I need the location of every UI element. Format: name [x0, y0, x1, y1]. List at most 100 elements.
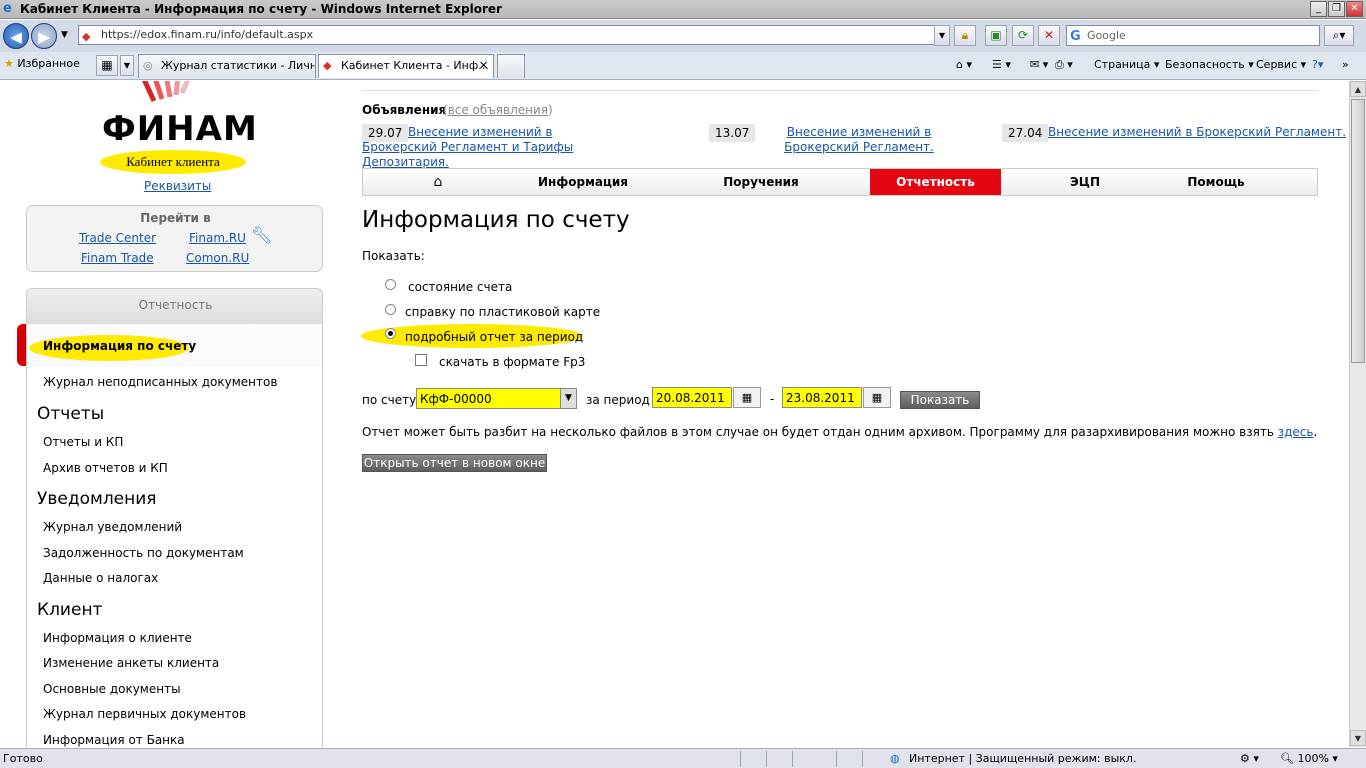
all-announcements-link[interactable]: все объявления — [448, 103, 548, 117]
sidebar-item-bank-info[interactable]: Информация от Банка — [43, 733, 185, 747]
group-title-client: Клиент — [37, 600, 103, 620]
search-go-icon[interactable]: ⌕▾ — [1324, 25, 1354, 46]
sidebar-item-change-form[interactable]: Изменение анкеты клиента — [43, 656, 219, 670]
compat-view-icon[interactable]: ▣ — [985, 25, 1007, 46]
google-icon: G — [1070, 29, 1081, 44]
window-title-bar: e Кабинет Клиента - Информация по счету … — [0, 0, 1366, 19]
finam-ru-link[interactable]: Finam.RU — [189, 231, 246, 245]
finam-trade-link[interactable]: Finam Trade — [81, 251, 154, 265]
date-from-input[interactable]: 20.08.2011 — [652, 387, 732, 408]
page-menu[interactable]: Страница ▾ — [1094, 58, 1159, 71]
calendar-icon[interactable]: ▦ — [733, 387, 761, 408]
print-icon[interactable]: ⎙ ▾ — [1055, 58, 1073, 72]
nav-ecp[interactable]: ЭЦП — [1025, 169, 1145, 195]
sidebar-item-client-info[interactable]: Информация о клиенте — [43, 631, 192, 645]
tab-stats[interactable]: ◎ Журнал статистики - Личн... — [138, 54, 316, 78]
zoom-control[interactable]: 🔍︎ 100% ▾ — [1280, 749, 1338, 768]
home-icon[interactable]: ⌂ ▾ — [956, 58, 972, 71]
search-input[interactable]: G Google — [1066, 25, 1320, 46]
announcement-link[interactable]: Внесение изменений в Брокерский Регламен… — [362, 125, 624, 170]
sidebar-item-account-info[interactable]: Информация по счету — [43, 339, 196, 353]
zone-text: Интернет | Защищенный режим: выкл. — [909, 752, 1137, 765]
window-title: Кабинет Клиента - Информация по счету - … — [20, 2, 502, 16]
tab-list-icon[interactable]: ▼ — [120, 55, 134, 76]
period-label: за период — [586, 393, 650, 407]
address-text: https://edox.finam.ru/info/default.aspx — [101, 28, 314, 41]
announcement-link[interactable]: Внесение изменений в Брокерский Регламен… — [753, 125, 965, 155]
announcements-all[interactable]: (все объявления) — [443, 103, 553, 117]
announcement-link[interactable]: Внесение изменений в Брокерский Регламен… — [1048, 125, 1346, 139]
chevron-down-icon[interactable]: ▼ — [560, 389, 576, 408]
sidebar-item-notifications-log[interactable]: Журнал уведомлений — [43, 520, 182, 534]
radio-account-state[interactable] — [385, 279, 396, 290]
nav-help[interactable]: Помощь — [1156, 169, 1276, 195]
sidebar-item-unsigned-docs[interactable]: Журнал неподписанных документов — [43, 375, 277, 389]
option-account-state: состояние счета — [408, 280, 513, 294]
archive-link[interactable]: здесь — [1278, 425, 1314, 439]
page-content: ФИНАМ Кабинет клиента Реквизиты Перейти … — [0, 81, 1349, 747]
sidebar-item-primary-docs[interactable]: Журнал первичных документов — [43, 707, 246, 721]
scroll-up-icon[interactable]: ▲ — [1350, 81, 1366, 97]
account-select[interactable]: КфФ-00000 ▼ — [416, 388, 577, 409]
refresh-icon[interactable]: ⟳ — [1012, 25, 1034, 46]
page-menu-label: Страница — [1094, 58, 1151, 71]
tab-cabinet[interactable]: ◆ Кабинет Клиента - Инф... ✕ — [318, 54, 494, 78]
top-nav: ⌂ Информация Поручения Отчетность ЭЦП По… — [362, 168, 1318, 196]
star-icon: ★ — [4, 57, 14, 70]
stop-icon[interactable]: ✕ — [1038, 25, 1060, 46]
sidebar-item-taxes[interactable]: Данные о налогах — [43, 571, 158, 585]
forward-button[interactable]: ▶ — [31, 23, 57, 49]
safety-menu[interactable]: Безопасность ▾ — [1165, 58, 1254, 71]
announcements-title: Объявления — [362, 103, 447, 117]
home-nav-icon[interactable]: ⌂ — [403, 169, 473, 195]
goto-box: Перейти в Trade Center Finam.RU 🔧︎ Finam… — [26, 205, 323, 272]
favorites-button[interactable]: ★ Избранное — [4, 57, 80, 70]
sidebar-item-main-docs[interactable]: Основные документы — [43, 682, 181, 696]
tab-favicon-icon: ◆ — [323, 59, 332, 72]
expand-icon[interactable]: » — [1342, 58, 1349, 71]
scroll-down-icon[interactable]: ▼ — [1350, 730, 1366, 746]
maximize-button[interactable]: ❐ — [1328, 1, 1345, 17]
requisites-link[interactable]: Реквизиты — [144, 179, 211, 193]
protected-mode-icon[interactable]: ⚙ ▾ — [1240, 749, 1259, 768]
sidebar-item-doc-debt[interactable]: Задолженность по документам — [43, 546, 244, 560]
trade-center-link[interactable]: Trade Center — [79, 231, 156, 245]
fp3-checkbox[interactable] — [415, 354, 427, 366]
radio-card-statement[interactable] — [385, 304, 396, 315]
back-button[interactable]: ◀ — [3, 23, 29, 49]
minimize-button[interactable]: _ — [1310, 1, 1327, 17]
help-icon[interactable]: ?▾ — [1312, 58, 1323, 71]
radio-detailed-report[interactable] — [385, 328, 396, 339]
wrench-icon[interactable]: 🔧︎ — [251, 226, 273, 246]
group-title-reports: Отчеты — [37, 404, 105, 424]
nav-reports[interactable]: Отчетность — [870, 169, 1001, 195]
finam-logo-icon — [142, 81, 191, 103]
sidebar-item-reports-archive[interactable]: Архив отчетов и КП — [43, 461, 168, 475]
scroll-thumb[interactable] — [1351, 99, 1365, 363]
show-button[interactable]: Показать — [900, 391, 980, 409]
feeds-icon[interactable]: ☰ ▾ — [992, 58, 1011, 71]
nav-orders[interactable]: Поручения — [701, 169, 821, 195]
tab-close-icon[interactable]: ✕ — [479, 55, 488, 77]
show-label: Показать: — [362, 249, 425, 263]
announcement-date: 13.07 — [709, 124, 756, 142]
date-to-input[interactable]: 23.08.2011 — [782, 387, 862, 408]
favorites-label: Избранное — [17, 57, 80, 70]
vertical-scrollbar[interactable]: ▲ ▼ — [1349, 81, 1366, 747]
archive-note-end: . — [1313, 425, 1318, 439]
lock-icon[interactable]: 🔒︎ — [954, 25, 976, 46]
comon-ru-link[interactable]: Comon.RU — [186, 251, 249, 265]
mail-icon[interactable]: ✉ ▾ — [1030, 58, 1048, 71]
sidebar-item-reports[interactable]: Отчеты и КП — [43, 435, 123, 449]
address-dropdown-icon[interactable]: ▾ — [934, 25, 950, 46]
nav-info[interactable]: Информация — [523, 169, 643, 195]
history-dropdown-icon[interactable]: ▼ — [61, 30, 68, 40]
calendar-icon[interactable]: ▦ — [863, 387, 891, 408]
close-window-button[interactable]: ✕ — [1346, 1, 1363, 17]
tools-menu[interactable]: Сервис ▾ — [1256, 58, 1306, 71]
new-tab-button[interactable] — [497, 54, 525, 78]
option-card-statement: справку по пластиковой карте — [405, 305, 601, 319]
open-report-button[interactable]: Открыть отчет в новом окне — [362, 454, 547, 472]
address-input[interactable]: ◆ https://edox.finam.ru/info/default.asp… — [78, 25, 950, 45]
quick-tabs-icon[interactable]: ▦ — [96, 55, 118, 76]
